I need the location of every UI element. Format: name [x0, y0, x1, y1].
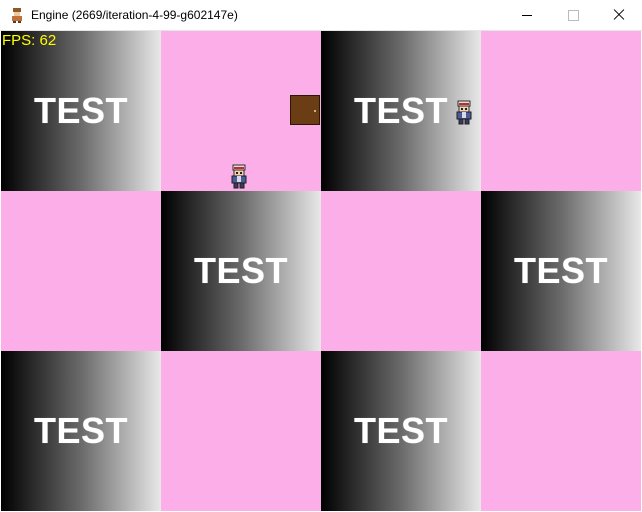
pink-tile [1, 191, 161, 351]
tile-label: TEST [33, 410, 128, 451]
window-title: Engine (2669/iteration-4-99-g602147e) [31, 8, 238, 22]
maximize-icon [567, 9, 579, 21]
tile-label: TEST [33, 90, 128, 131]
minimize-button[interactable] [504, 0, 550, 30]
test-tile: TEST [1, 31, 161, 191]
tile-label: TEST [353, 410, 448, 451]
fps-counter: FPS: 62 [2, 32, 57, 49]
title-bar[interactable]: Engine (2669/iteration-4-99-g602147e) [0, 0, 642, 31]
npc-sprite[interactable] [454, 100, 474, 126]
game-viewport[interactable]: TEST TEST TEST TEST TEST TEST FPS: 62 [1, 31, 641, 511]
test-tile: TEST [321, 351, 481, 511]
close-icon [613, 9, 625, 21]
door-icon[interactable] [290, 95, 320, 125]
tile-label: TEST [193, 250, 288, 291]
test-tile: TEST [161, 191, 321, 351]
close-button[interactable] [596, 0, 642, 30]
pink-tile [481, 351, 641, 511]
pink-tile [481, 31, 641, 191]
pink-tile [321, 191, 481, 351]
tile-label: TEST [513, 250, 608, 291]
character-icon [12, 8, 22, 23]
trainer-sprite-icon [456, 100, 472, 125]
trainer-sprite-icon [231, 164, 247, 189]
tile-label: TEST [353, 90, 448, 131]
pink-tile [161, 351, 321, 511]
player-sprite[interactable] [229, 164, 249, 190]
test-tile: TEST [481, 191, 641, 351]
minimize-icon [522, 14, 532, 16]
maximize-button[interactable] [550, 0, 596, 30]
test-tile: TEST [1, 351, 161, 511]
